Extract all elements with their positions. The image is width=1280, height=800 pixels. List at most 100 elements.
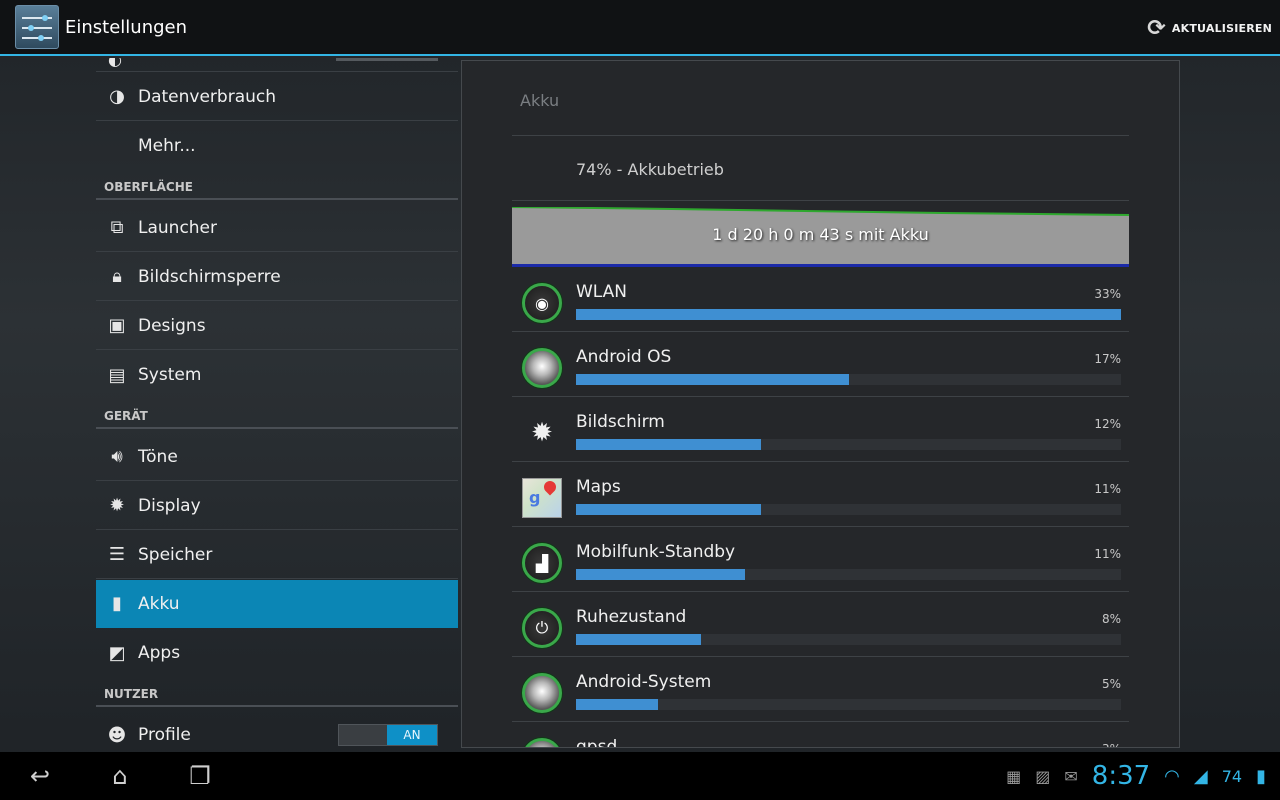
usage-row[interactable]: ⏻ Ruhezustand 8%	[512, 592, 1129, 657]
home-icon: ⌂	[112, 762, 128, 790]
sidebar-item-toene[interactable]: 🔊︎ Töne	[96, 433, 458, 481]
sidebar-item-datenverbrauch[interactable]: ◑ Datenverbrauch	[96, 73, 458, 121]
back-icon: ↩	[29, 762, 51, 790]
usage-name: Maps	[576, 477, 621, 497]
clipped-toggle[interactable]	[336, 58, 438, 61]
sidebar-item-designs[interactable]: ▣ Designs	[96, 302, 458, 350]
usage-bar-track	[576, 439, 1121, 450]
system-icon: ▤	[108, 364, 126, 386]
sidebar-item-akku[interactable]: ▮ Akku	[96, 580, 458, 628]
refresh-icon: ⟳	[1147, 15, 1166, 41]
email-notification-icon: ✉	[1064, 766, 1078, 786]
sidebar-item-bildschirmsperre[interactable]: 🔒︎ Bildschirmsperre	[96, 253, 458, 301]
usage-row[interactable]: g Maps 11%	[512, 462, 1129, 527]
home-button[interactable]: ⌂	[90, 760, 150, 792]
sidebar-item-display[interactable]: ✹ Display	[96, 482, 458, 530]
usage-percent: 33%	[1094, 287, 1121, 301]
usage-bar-fill	[576, 569, 745, 580]
navigation-bar: ↩ ⌂ ❐ ▦ ▨ ✉ 8:37 ◠ ◢ 74 ▮	[0, 752, 1280, 800]
usage-bar-track	[576, 634, 1121, 645]
usage-name: gpsd	[576, 737, 618, 748]
gpsd-icon	[522, 738, 562, 747]
sidebar-item-launcher[interactable]: ⧉ Launcher	[96, 204, 458, 252]
sidebar-item-label: Mehr...	[138, 136, 196, 156]
wifi-signal-icon: ◠	[1164, 765, 1180, 787]
usage-percent: 5%	[1101, 677, 1121, 691]
usage-name: Android OS	[576, 347, 672, 367]
settings-app-icon[interactable]	[15, 5, 59, 49]
action-bar: Einstellungen ⟳ AKTUALISIEREN	[0, 0, 1280, 56]
sidebar-item-profile[interactable]: ☻ Profile AN	[96, 711, 458, 752]
refresh-label: AKTUALISIEREN	[1171, 21, 1272, 35]
usage-row[interactable]: ▟ Mobilfunk-Standby 11%	[512, 527, 1129, 592]
usage-bar-track	[576, 309, 1121, 320]
cell-standby-icon: ▟	[522, 543, 562, 583]
gallery-notification-icon: ▨	[1035, 766, 1051, 786]
usage-row[interactable]: ✹ Bildschirm 12%	[512, 397, 1129, 462]
sidebar-item-system[interactable]: ▤ System	[96, 351, 458, 399]
divider	[512, 200, 1129, 201]
sidebar-item-label: Akku	[138, 593, 180, 614]
battery-status-icon: ▮	[1256, 765, 1266, 787]
usage-percent: 11%	[1094, 482, 1121, 496]
usage-row[interactable]: Android OS 17%	[512, 332, 1129, 397]
lock-icon: 🔒︎	[112, 266, 122, 287]
battery-detail-panel[interactable]: Akku 74% - Akkubetrieb 1 d 20 h 0 m 43 s…	[461, 60, 1180, 748]
storage-icon: ☰	[108, 544, 126, 565]
screen-brightness-icon: ✹	[531, 418, 553, 448]
panel-title: Akku	[520, 91, 560, 110]
battery-icon: ▮	[112, 593, 122, 614]
usage-percent: 12%	[1094, 417, 1121, 431]
usage-bar-fill	[576, 439, 762, 450]
data-usage-icon: ◑	[109, 86, 125, 107]
sidebar-item-label: Profile	[138, 725, 191, 745]
notification-app-icon: ▦	[1006, 766, 1022, 786]
profile-icon: ☻	[107, 724, 127, 746]
usage-percent: 3%	[1102, 742, 1121, 747]
section-header-geraet: GERÄT	[96, 399, 458, 429]
usage-percent: 11%	[1094, 547, 1121, 561]
clock: 8:37	[1091, 761, 1151, 791]
sidebar-item-apps[interactable]: ◩ Apps	[96, 629, 458, 677]
sidebar-item-label: Designs	[138, 315, 206, 336]
sidebar-item-label: Launcher	[138, 217, 218, 238]
section-header-nutzer: NUTZER	[96, 677, 458, 707]
settings-list[interactable]: ◐ ◑ Datenverbrauch Mehr... OBERFLÄCHE ⧉ …	[96, 58, 458, 752]
usage-bar-fill	[576, 374, 849, 385]
designs-icon: ▣	[108, 315, 126, 336]
usage-bar-track	[576, 504, 1121, 515]
battery-history-graph[interactable]: 1 d 20 h 0 m 43 s mit Akku	[512, 207, 1129, 265]
recent-apps-icon: ❐	[189, 762, 211, 790]
wifi-app-icon: ◉	[522, 283, 562, 323]
recent-apps-button[interactable]: ❐	[170, 760, 230, 792]
sidebar-item-label: Apps	[138, 643, 181, 663]
refresh-button[interactable]: ⟳ AKTUALISIEREN	[1147, 12, 1272, 44]
android-system-icon	[522, 673, 562, 713]
sidebar-item-speicher[interactable]: ☰ Speicher	[96, 531, 458, 579]
battery-level: 74	[1221, 766, 1243, 786]
android-os-icon	[522, 348, 562, 388]
usage-name: WLAN	[576, 282, 628, 302]
status-area[interactable]: ▦ ▨ ✉ 8:37 ◠ ◢ 74 ▮	[1006, 752, 1280, 800]
sidebar-item-label: Töne	[138, 446, 178, 467]
usage-row[interactable]: Android-System 5%	[512, 657, 1129, 722]
usage-name: Bildschirm	[576, 412, 665, 432]
brightness-icon: ✹	[109, 495, 125, 516]
usage-bar-track	[576, 569, 1121, 580]
usage-percent: 8%	[1101, 612, 1121, 626]
cell-signal-icon: ◢	[1193, 765, 1208, 787]
sidebar-item-label: Datenverbrauch	[138, 86, 277, 107]
launcher-icon: ⧉	[110, 217, 124, 238]
power-idle-icon: ⏻	[522, 608, 562, 648]
back-button[interactable]: ↩	[10, 760, 70, 792]
sidebar-item-mehr[interactable]: Mehr...	[96, 122, 458, 170]
usage-name: Android-System	[576, 672, 712, 692]
usage-row[interactable]: gpsd 3%	[512, 722, 1129, 748]
usage-percent: 17%	[1094, 352, 1121, 366]
usage-row[interactable]: ◉ WLAN 33%	[512, 267, 1129, 332]
sidebar-item-label: Speicher	[138, 544, 213, 565]
section-header-oberflaeche: OBERFLÄCHE	[96, 170, 458, 200]
usage-bar-fill	[576, 699, 658, 710]
list-item-clipped[interactable]: ◐	[96, 58, 458, 72]
profile-toggle[interactable]: AN	[338, 724, 438, 746]
